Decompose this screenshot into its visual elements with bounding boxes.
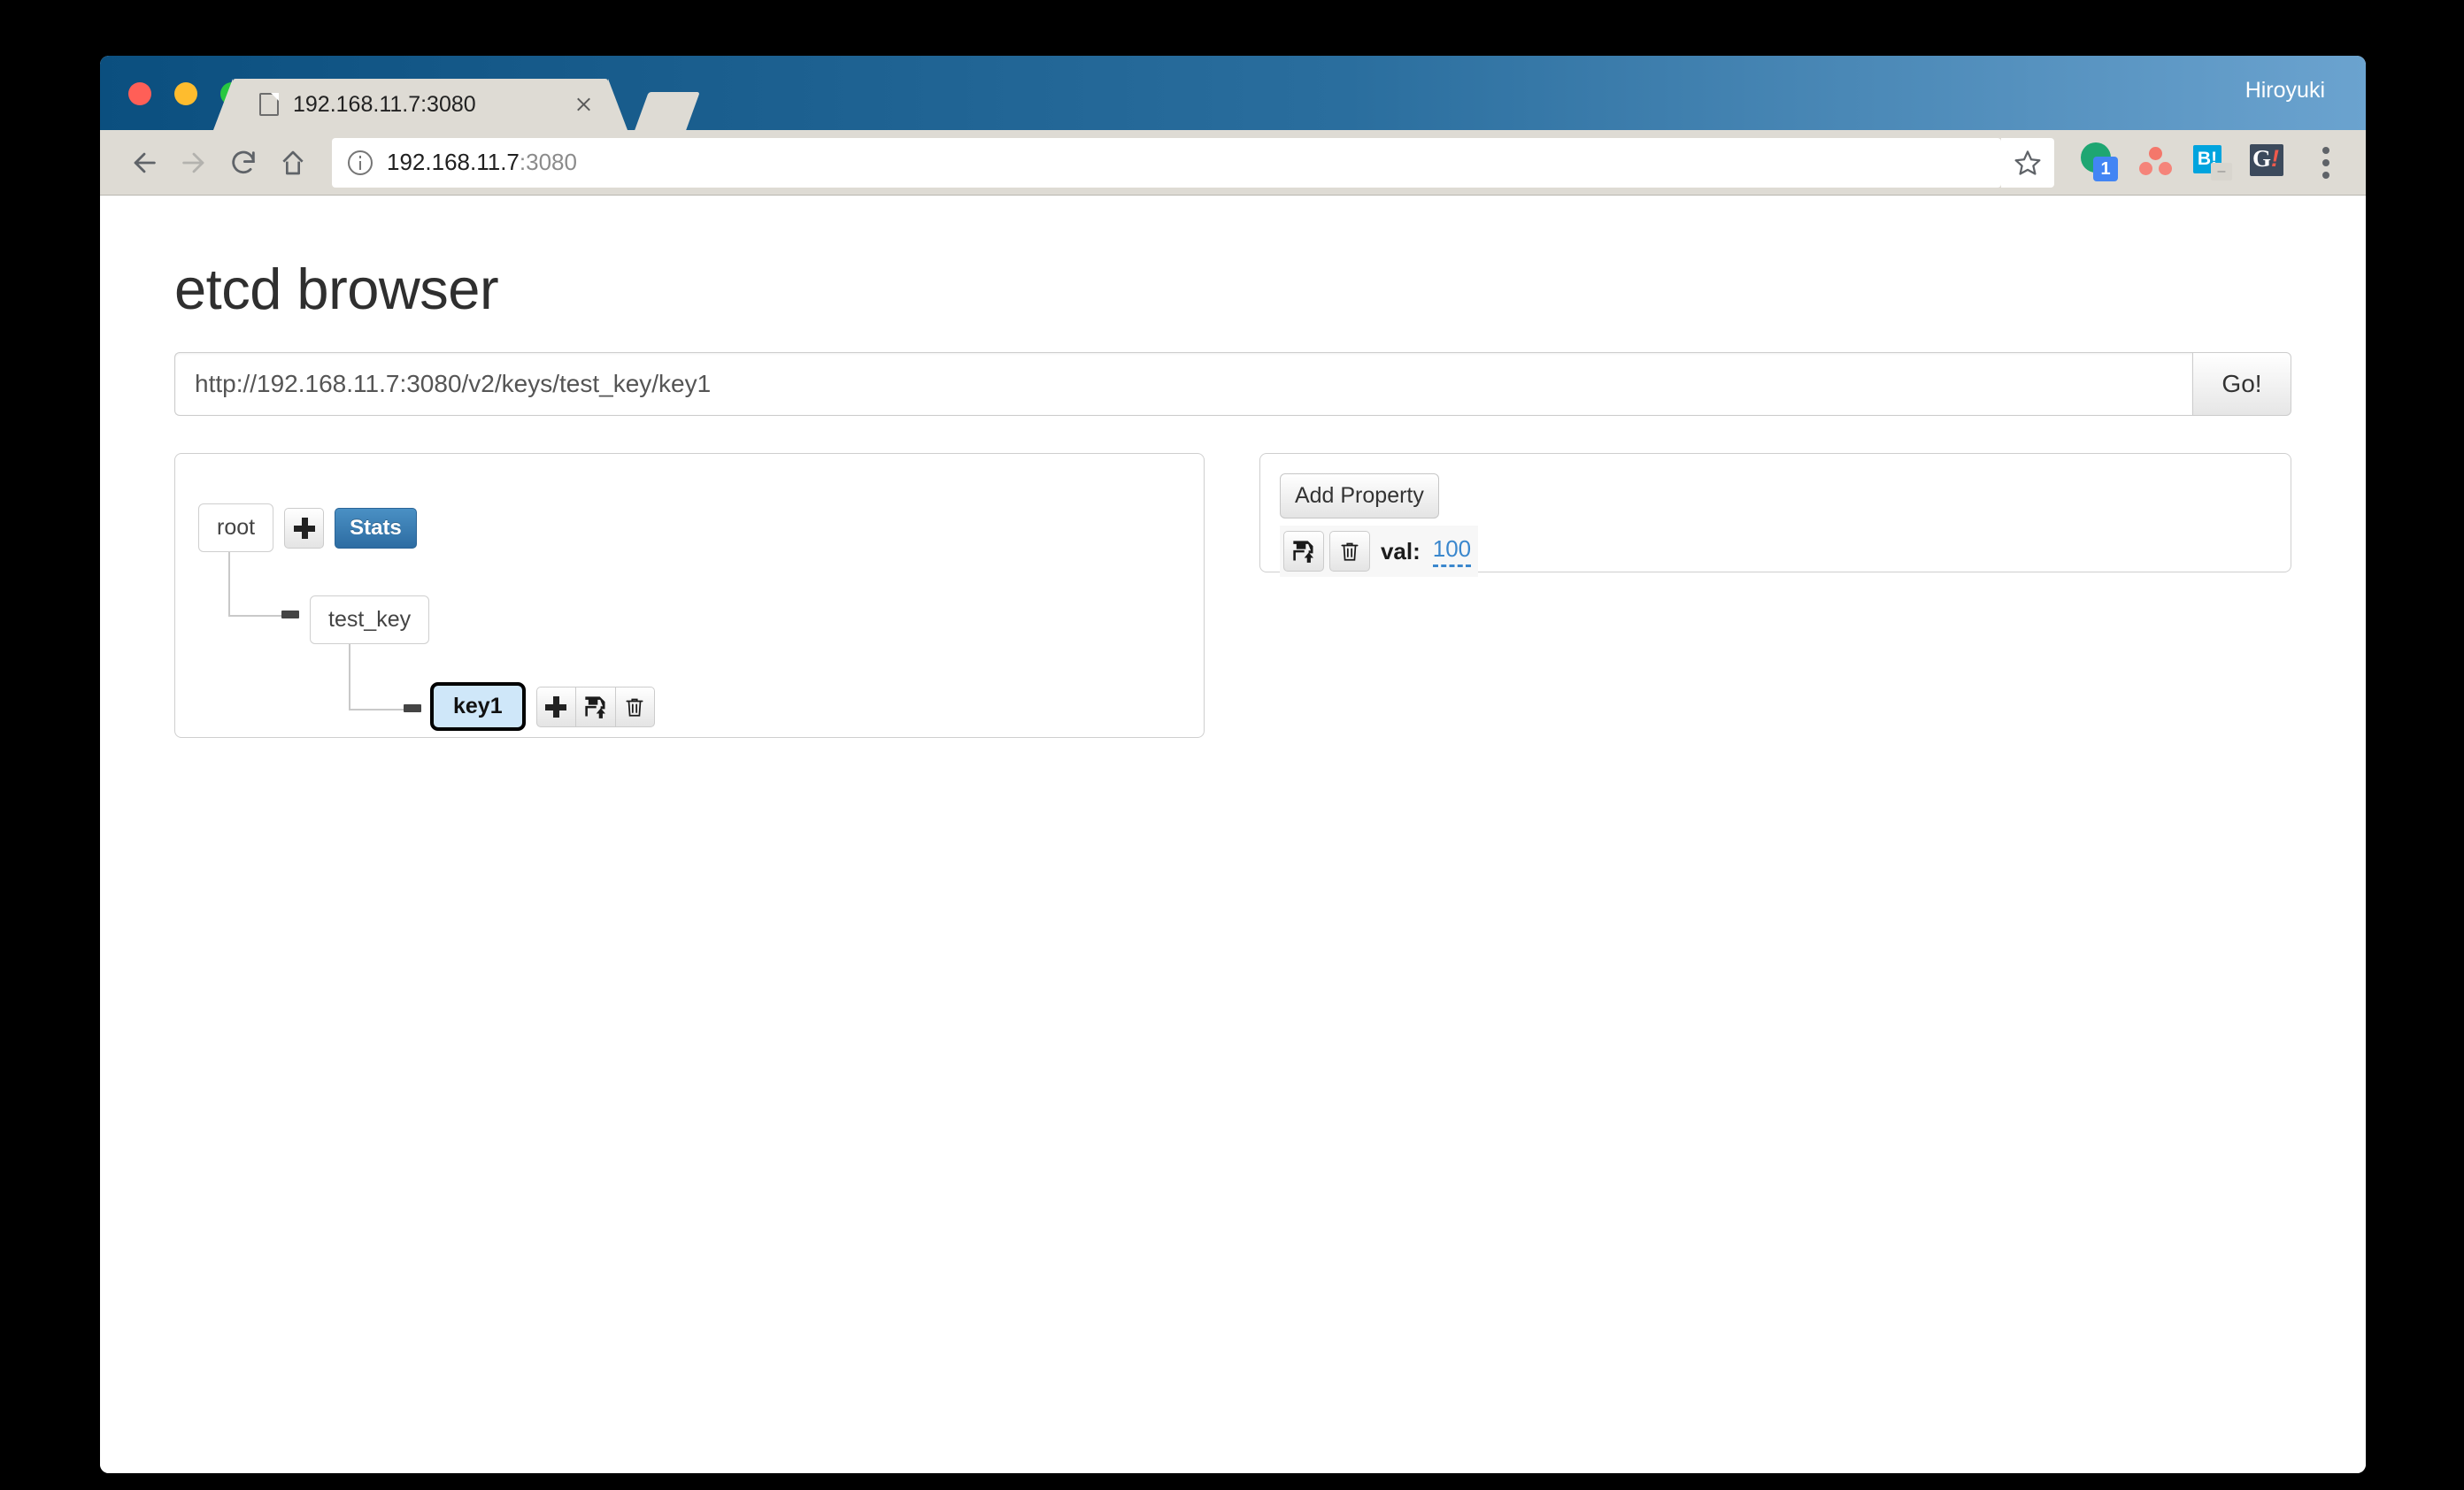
new-tab-button[interactable] [635, 92, 700, 130]
three-dot-menu-icon[interactable] [2306, 138, 2346, 188]
panels-row: root Stats test_key key1 Add Property va… [174, 453, 2291, 738]
browser-titlebar: 192.168.11.7:3080 Hiroyuki [100, 56, 2366, 130]
plus-icon[interactable] [284, 507, 325, 549]
tree-node-label[interactable]: key1 [430, 682, 526, 731]
grammarly-letter: G [2252, 144, 2272, 172]
trash-icon[interactable] [614, 686, 655, 727]
property-row: val: 100 [1279, 526, 1479, 577]
key-tree-panel: root Stats test_key key1 [174, 453, 1205, 738]
key-tree: root Stats test_key key1 [175, 454, 1204, 737]
address-bar-url: 192.168.11.7:3080 [387, 149, 577, 176]
page-title: etcd browser [174, 257, 499, 321]
address-host: 192.168.11.7 [387, 149, 520, 175]
address-bar[interactable]: 192.168.11.7:3080 [332, 137, 2001, 188]
tree-node-actions [535, 686, 655, 727]
save-upload-icon[interactable] [574, 686, 616, 727]
tree-connector-line [349, 709, 404, 710]
tree-collapse-toggle[interactable] [281, 611, 299, 618]
etcd-url-row: Go! [174, 352, 2291, 416]
etcd-url-input[interactable] [174, 352, 2192, 416]
asana-extension-icon[interactable] [2132, 139, 2180, 187]
tab-title: 192.168.11.7:3080 [293, 91, 476, 117]
close-tab-button[interactable] [566, 87, 601, 122]
forward-button[interactable] [169, 138, 219, 188]
save-upload-icon[interactable] [1282, 531, 1324, 572]
evernote-badge-count: 1 [2093, 156, 2118, 181]
property-value[interactable]: 100 [1432, 535, 1472, 567]
minimize-window-button[interactable] [174, 82, 197, 105]
add-property-button[interactable]: Add Property [1279, 473, 1439, 518]
tree-node-actions [284, 507, 325, 549]
trash-icon[interactable] [1328, 531, 1370, 572]
tree-node-label[interactable]: test_key [310, 595, 430, 644]
bookmark-star-icon[interactable] [2001, 137, 2054, 188]
back-button[interactable] [119, 138, 169, 188]
tree-node-label[interactable]: root [198, 503, 274, 552]
grammarly-extension-icon[interactable]: G ! [2245, 139, 2293, 187]
browser-tab[interactable]: 192.168.11.7:3080 [213, 79, 628, 130]
tree-connector-line [228, 546, 230, 617]
tree-node-test-key: test_key [310, 595, 430, 644]
hatena-sub-badge: – [2211, 162, 2232, 180]
tree-collapse-toggle[interactable] [404, 704, 421, 712]
grammarly-bang: ! [2271, 144, 2279, 172]
info-icon[interactable] [348, 150, 373, 175]
reload-button[interactable] [219, 138, 268, 188]
hatena-bookmark-extension-icon[interactable]: B! – [2189, 139, 2237, 187]
document-icon [259, 93, 279, 116]
go-button[interactable]: Go! [2192, 352, 2291, 416]
close-window-button[interactable] [128, 82, 151, 105]
properties-panel: Add Property val: 100 [1259, 453, 2291, 577]
tree-node-key1: key1 [430, 682, 655, 731]
home-button[interactable] [268, 138, 318, 188]
page-content: etcd browser Go! root [100, 196, 2366, 1473]
tree-connector-line [349, 638, 350, 710]
address-port: :3080 [519, 149, 577, 175]
property-key: val: [1380, 537, 1421, 565]
profile-name[interactable]: Hiroyuki [2245, 78, 2325, 104]
evernote-extension-icon[interactable]: 1 [2075, 139, 2123, 187]
plus-icon[interactable] [535, 686, 576, 727]
tree-connector-line [228, 615, 281, 617]
tree-node-root: root Stats [198, 503, 417, 552]
stats-button[interactable]: Stats [335, 507, 417, 549]
browser-window: 192.168.11.7:3080 Hiroyuki 192.168.11.7:… [100, 56, 2366, 1473]
browser-toolbar: 192.168.11.7:3080 1 B! – G ! [100, 130, 2366, 196]
